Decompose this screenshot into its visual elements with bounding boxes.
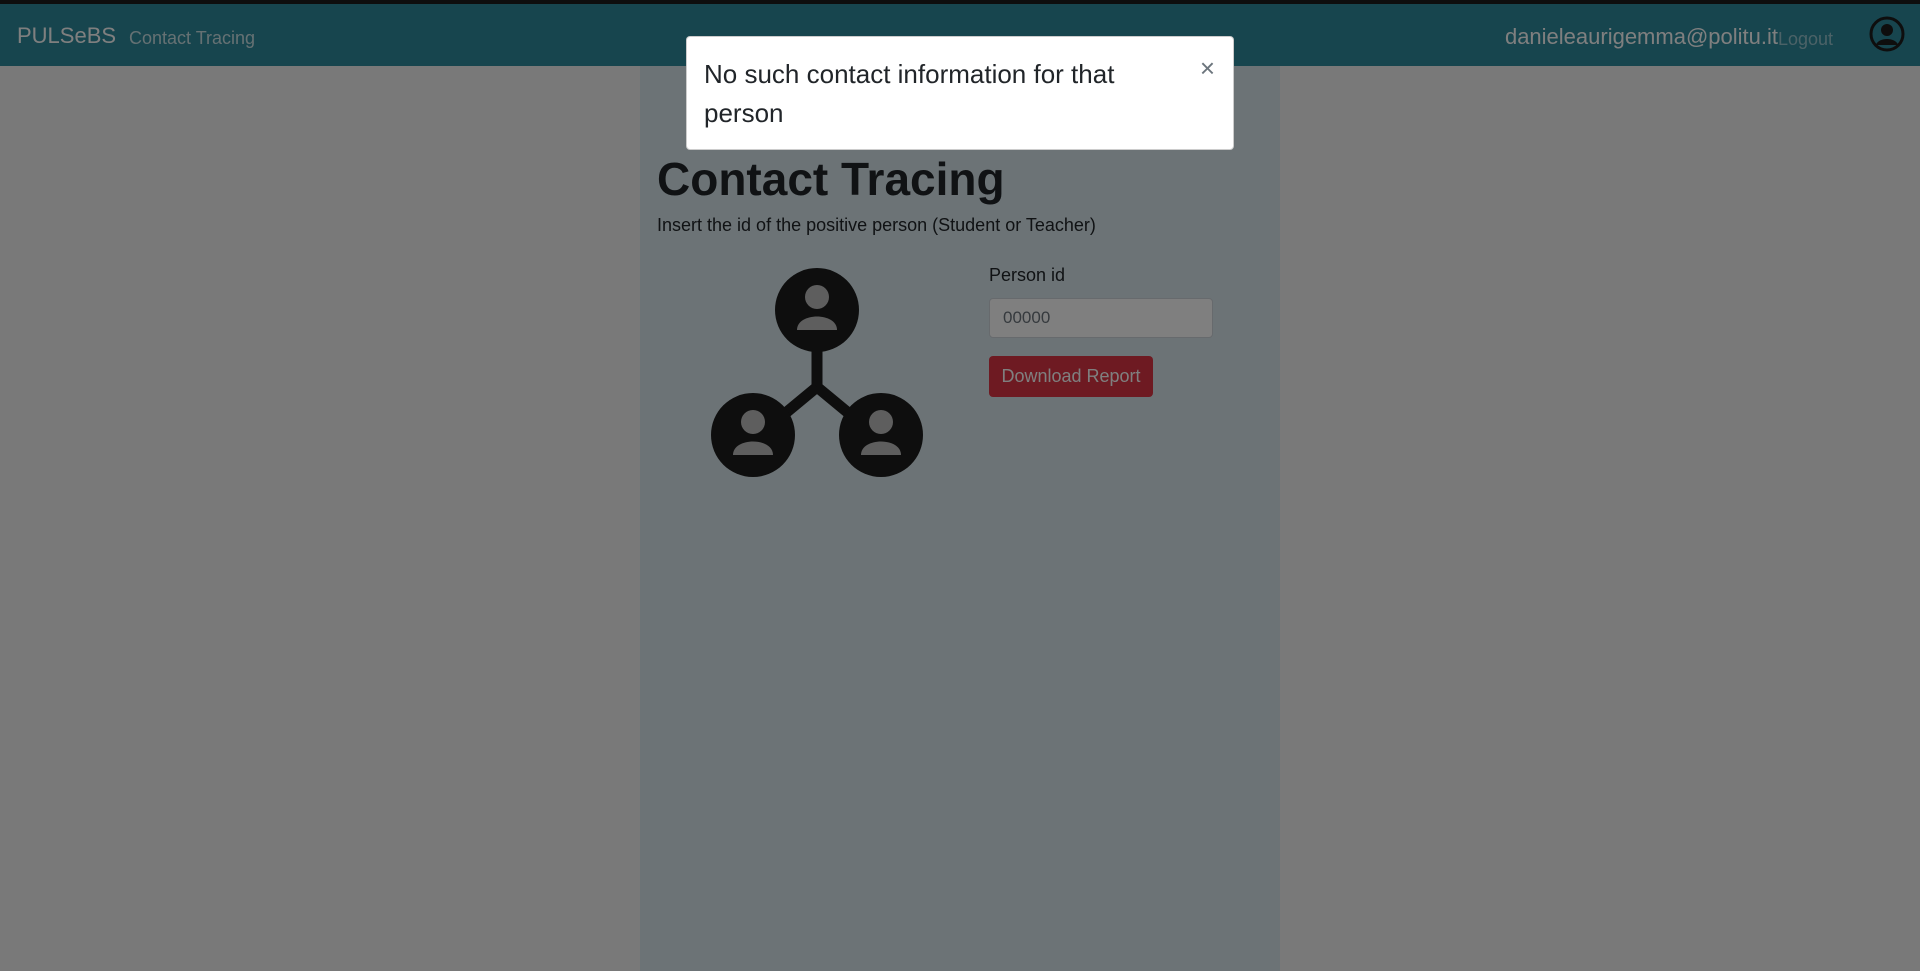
modal-message: No such contact information for that per…	[704, 59, 1115, 128]
close-icon[interactable]: ×	[1200, 55, 1215, 81]
error-modal: No such contact information for that per…	[686, 36, 1234, 150]
